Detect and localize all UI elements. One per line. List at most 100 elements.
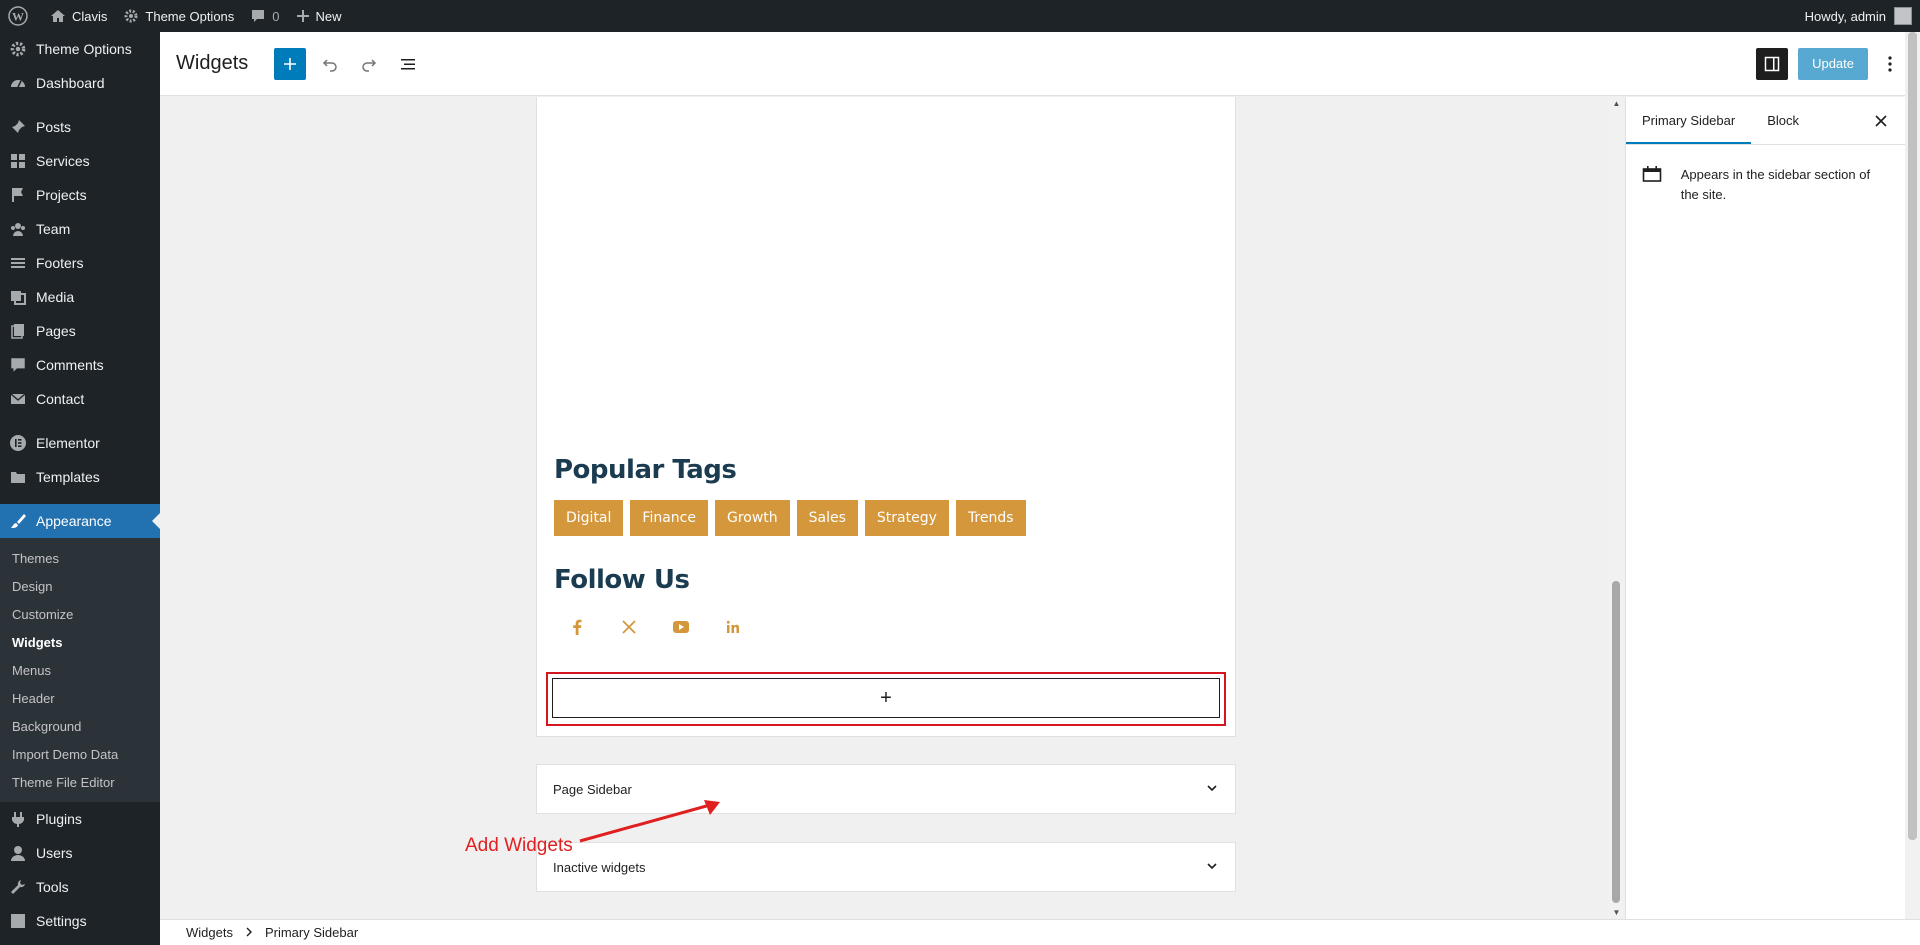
submenu-themes[interactable]: Themes bbox=[0, 544, 160, 572]
wordpress-logo-icon[interactable]: W bbox=[0, 0, 42, 32]
menu-label: Settings bbox=[36, 913, 87, 929]
menu-label: Tools bbox=[36, 879, 69, 895]
undo-icon bbox=[323, 58, 337, 72]
x-twitter-icon[interactable] bbox=[615, 617, 643, 637]
page-scrollbar[interactable] bbox=[1905, 32, 1920, 945]
submenu-background[interactable]: Background bbox=[0, 712, 160, 740]
site-name-link[interactable]: Clavis bbox=[42, 0, 115, 32]
menu-media[interactable]: Media bbox=[0, 280, 160, 314]
menu-theme-options[interactable]: Theme Options bbox=[0, 32, 160, 66]
settings-sidebar: Primary Sidebar Block Appears in the sid… bbox=[1625, 97, 1905, 919]
redo-button[interactable] bbox=[353, 48, 385, 80]
linkedin-icon[interactable] bbox=[719, 617, 747, 637]
follow-us-heading[interactable]: Follow Us bbox=[554, 565, 690, 595]
submenu-design[interactable]: Design bbox=[0, 572, 160, 600]
submenu-theme-file-editor[interactable]: Theme File Editor bbox=[0, 768, 160, 796]
page-scrollbar-thumb[interactable] bbox=[1908, 32, 1917, 840]
breadcrumb-primary-sidebar[interactable]: Primary Sidebar bbox=[265, 925, 358, 940]
menu-tools[interactable]: Tools bbox=[0, 870, 160, 904]
tab-block[interactable]: Block bbox=[1751, 97, 1815, 144]
canvas-scrollbar[interactable]: ▲ ▼ bbox=[1608, 97, 1625, 919]
settings-icon bbox=[9, 912, 27, 930]
dashboard-icon bbox=[9, 74, 27, 92]
menu-pages[interactable]: Pages bbox=[0, 314, 160, 348]
tag-link[interactable]: Trends bbox=[955, 500, 1026, 536]
undo-button[interactable] bbox=[314, 48, 346, 80]
envelope-icon bbox=[9, 390, 27, 408]
breadcrumb-widgets[interactable]: Widgets bbox=[186, 925, 233, 940]
settings-toggle-button[interactable] bbox=[1756, 47, 1789, 80]
submenu-customize[interactable]: Customize bbox=[0, 600, 160, 628]
options-menu-button[interactable] bbox=[1880, 48, 1900, 80]
gear-icon bbox=[9, 40, 27, 58]
submenu-widgets[interactable]: Widgets bbox=[0, 628, 160, 656]
chevron-right-icon bbox=[245, 925, 253, 940]
panel-title: Inactive widgets bbox=[553, 859, 646, 875]
menu-label: Team bbox=[36, 221, 71, 237]
menu-plugins[interactable]: Plugins bbox=[0, 802, 160, 836]
submenu-header[interactable]: Header bbox=[0, 684, 160, 712]
popular-tags-heading[interactable]: Popular Tags bbox=[554, 455, 737, 485]
close-settings-button[interactable] bbox=[1857, 97, 1905, 144]
scrollbar-thumb[interactable] bbox=[1612, 581, 1620, 903]
description-text: Appears in the sidebar section of the si… bbox=[1680, 167, 1871, 202]
tag-link[interactable]: Finance bbox=[630, 500, 708, 536]
submenu-import-demo-data[interactable]: Import Demo Data bbox=[0, 740, 160, 768]
plus-icon bbox=[296, 10, 309, 22]
more-vertical-icon bbox=[1888, 55, 1892, 72]
menu-elementor[interactable]: Elementor bbox=[0, 426, 160, 460]
block-inserter-button[interactable] bbox=[274, 47, 307, 80]
youtube-icon[interactable] bbox=[667, 617, 695, 637]
social-icons bbox=[563, 617, 771, 637]
wrench-icon bbox=[9, 878, 27, 896]
comment-icon bbox=[9, 356, 27, 374]
scroll-up-arrow-icon[interactable]: ▲ bbox=[1612, 99, 1621, 108]
gear-icon bbox=[124, 9, 138, 23]
team-icon bbox=[9, 220, 27, 238]
menu-team[interactable]: Team bbox=[0, 212, 160, 246]
menu-label: Elementor bbox=[36, 435, 100, 451]
facebook-icon[interactable] bbox=[563, 617, 591, 637]
tag-link[interactable]: Sales bbox=[796, 500, 858, 536]
tag-link[interactable]: Strategy bbox=[864, 500, 949, 536]
menu-services[interactable]: Services bbox=[0, 144, 160, 178]
new-label: New bbox=[315, 8, 342, 24]
page-title: Widgets bbox=[176, 52, 249, 74]
folder-icon bbox=[9, 468, 27, 486]
chevron-down-icon bbox=[1205, 781, 1219, 798]
pushpin-icon bbox=[9, 118, 27, 136]
menu-projects[interactable]: Projects bbox=[0, 178, 160, 212]
add-block-button[interactable]: + bbox=[552, 678, 1220, 718]
menu-contact[interactable]: Contact bbox=[0, 382, 160, 416]
menu-posts[interactable]: Posts bbox=[0, 110, 160, 144]
comments-link[interactable]: 0 bbox=[242, 0, 287, 32]
widgets-canvas: Popular Tags Digital Finance Growth Sale… bbox=[160, 97, 1608, 919]
home-icon bbox=[51, 10, 65, 22]
menu-settings[interactable]: Settings bbox=[0, 904, 160, 938]
close-icon bbox=[1875, 114, 1887, 127]
menu-appearance[interactable]: Appearance bbox=[0, 504, 160, 538]
list-icon bbox=[9, 254, 27, 272]
menu-dashboard[interactable]: Dashboard bbox=[0, 66, 160, 100]
theme-options-link[interactable]: Theme Options bbox=[115, 0, 242, 32]
menu-templates[interactable]: Templates bbox=[0, 460, 160, 494]
menu-label: Users bbox=[36, 845, 73, 861]
menu-footers[interactable]: Footers bbox=[0, 246, 160, 280]
tag-link[interactable]: Digital bbox=[554, 500, 624, 536]
menu-comments[interactable]: Comments bbox=[0, 348, 160, 382]
update-button[interactable]: Update bbox=[1798, 47, 1868, 80]
tag-cloud: Digital Finance Growth Sales Strategy Tr… bbox=[554, 500, 1033, 536]
annotation-label: Add Widgets bbox=[465, 835, 573, 856]
my-account[interactable]: Howdy, admin bbox=[1797, 0, 1920, 32]
scroll-down-arrow-icon[interactable]: ▼ bbox=[1612, 908, 1621, 917]
tab-primary-sidebar[interactable]: Primary Sidebar bbox=[1626, 97, 1751, 144]
tag-link[interactable]: Growth bbox=[714, 500, 790, 536]
submenu-menus[interactable]: Menus bbox=[0, 656, 160, 684]
new-content-link[interactable]: New bbox=[288, 0, 350, 32]
list-view-button[interactable] bbox=[392, 48, 424, 80]
menu-users[interactable]: Users bbox=[0, 836, 160, 870]
menu-label: Projects bbox=[36, 187, 87, 203]
paintbrush-icon bbox=[9, 512, 27, 530]
redo-icon bbox=[362, 58, 377, 72]
sidebar-tabs: Primary Sidebar Block bbox=[1626, 97, 1905, 145]
